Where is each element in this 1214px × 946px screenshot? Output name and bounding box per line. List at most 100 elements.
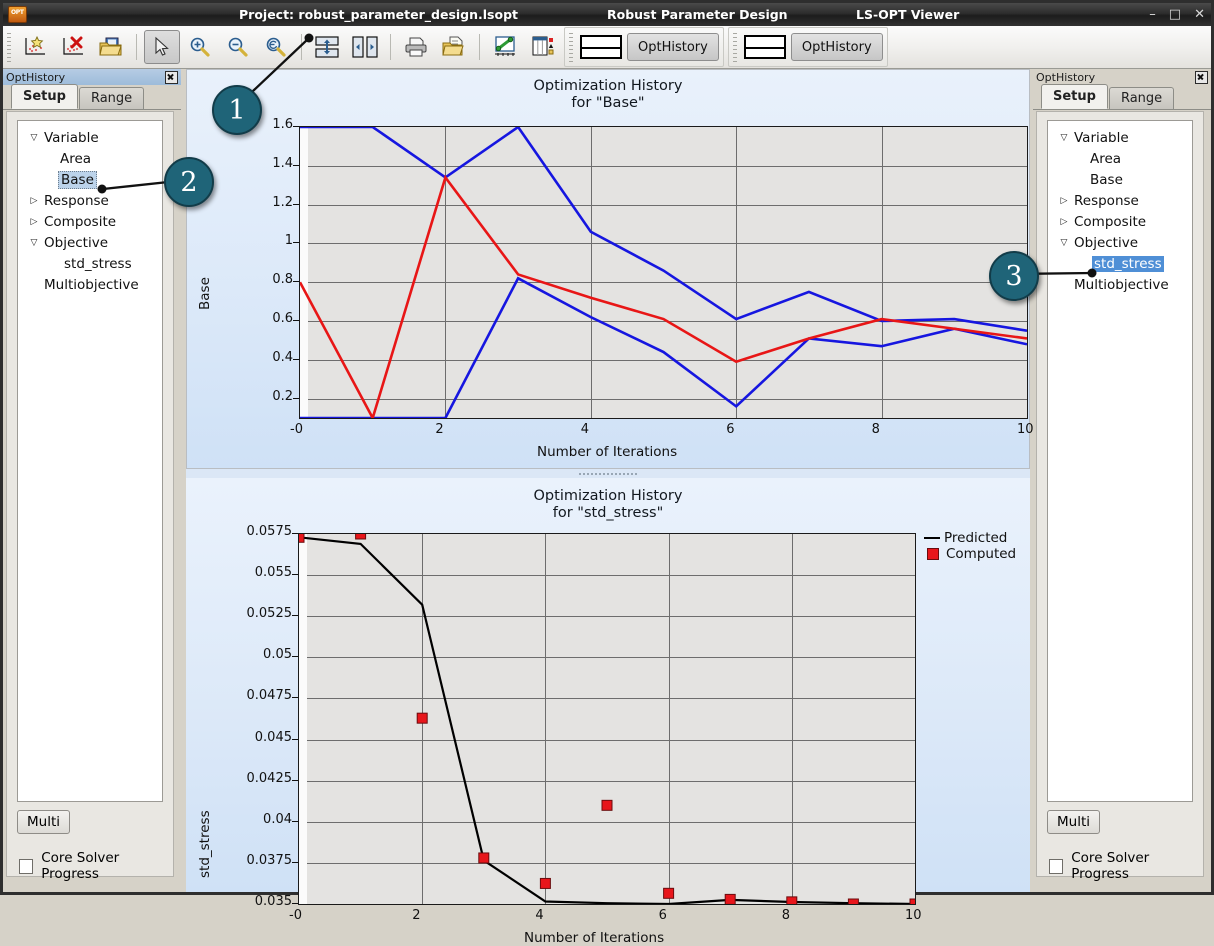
open-folder-icon[interactable] [93, 30, 129, 64]
zoom-out-icon[interactable] [220, 30, 256, 64]
data-point-marker [847, 898, 859, 904]
plot-area: Optimization History for "Base" Base Num… [184, 69, 1034, 946]
top-chart-title: Optimization History [533, 78, 683, 94]
multi-button[interactable]: Multi [17, 810, 70, 834]
x-tick-label: -0 [289, 908, 302, 923]
tab-setup[interactable]: Setup [1041, 84, 1108, 109]
tree-item-std-stress[interactable]: std_stress [1048, 253, 1192, 274]
plot-selector-group-1: OptHistory [564, 27, 724, 67]
x-tick-label: 8 [781, 908, 791, 923]
split-vertical-icon[interactable] [309, 30, 345, 64]
chevron-right-icon[interactable]: ▷ [1056, 217, 1072, 227]
core-solver-progress-row[interactable]: Core Solver Progress [19, 850, 173, 882]
chart-opthistory-base[interactable]: Optimization History for "Base" Base Num… [186, 69, 1034, 469]
pointer-icon[interactable] [144, 30, 180, 64]
tree-item-composite[interactable]: ▷ Composite [1048, 211, 1192, 232]
minimize-button[interactable]: – [1149, 8, 1156, 21]
core-solver-progress-label: Core Solver Progress [1071, 850, 1150, 882]
close-button[interactable]: ✕ [1194, 8, 1205, 21]
core-solver-progress-checkbox[interactable] [19, 858, 34, 874]
toolbar-separator [136, 34, 137, 60]
maximize-button[interactable]: □ [1169, 8, 1181, 21]
add-plot-icon[interactable] [17, 30, 53, 64]
main-toolbar: OptHistory OptHistory [3, 26, 1211, 69]
split-horizontal-icon[interactable] [347, 30, 383, 64]
data-point-marker [539, 877, 551, 889]
toolbar-separator-3 [390, 34, 391, 60]
x-tick-label: 2 [435, 422, 444, 437]
x-tick-label: 4 [535, 908, 544, 923]
tree-item-response[interactable]: ▷ Response [18, 190, 162, 211]
y-tick-mark [292, 615, 298, 617]
tree-item-base[interactable]: Base [1048, 169, 1192, 190]
close-icon[interactable] [1195, 70, 1208, 84]
tree-item-composite[interactable]: ▷ Composite [18, 211, 162, 232]
zoom-in-icon[interactable] [182, 30, 218, 64]
tab-range[interactable]: Range [78, 87, 145, 109]
x-tick-label: 10 [1017, 422, 1034, 437]
tree-item-variable[interactable]: ▽ Variable [18, 127, 162, 148]
left-opthistory-panel: OptHistory Setup Range ▽ Variable Area Ba… [3, 69, 181, 892]
plot-selector-grip-1[interactable] [567, 30, 575, 64]
chevron-down-icon[interactable]: ▽ [26, 238, 42, 248]
table-icon[interactable] [525, 30, 561, 64]
chevron-down-icon[interactable]: ▽ [1056, 133, 1072, 143]
series-layer [300, 127, 1027, 418]
left-variable-tree[interactable]: ▽ Variable Area Base ▷ Response ▷ Composite… [17, 120, 163, 802]
bottom-chart-ylabel: std_stress [197, 810, 213, 878]
delete-plot-icon[interactable] [55, 30, 91, 64]
y-tick-label: 1 [284, 233, 293, 249]
tab-range[interactable]: Range [1108, 87, 1175, 109]
close-icon[interactable] [165, 70, 178, 84]
tree-item-area[interactable]: Area [18, 148, 162, 169]
y-tick-mark [292, 697, 298, 699]
core-solver-progress-row[interactable]: Core Solver Progress [1049, 850, 1203, 882]
y-tick-mark [293, 242, 299, 244]
toolbar-grip[interactable] [5, 30, 13, 64]
plot-selector-button-1[interactable]: OptHistory [627, 33, 719, 61]
top-chart-plot[interactable] [299, 126, 1028, 419]
plot-selector-button-2[interactable]: OptHistory [790, 33, 883, 61]
right-variable-tree[interactable]: ▽ Variable Area Base ▷ Response ▷ Composite… [1047, 120, 1193, 802]
tree-item-multiobjective[interactable]: Multiobjective [1048, 274, 1192, 295]
tree-item-variable[interactable]: ▽ Variable [1048, 127, 1192, 148]
plot-type-combo-2[interactable]: OptHistory [743, 33, 883, 61]
y-tick-label: 0.0375 [246, 852, 293, 868]
data-point-marker [355, 534, 367, 540]
tree-item-multiobjective[interactable]: Multiobjective [18, 274, 162, 295]
left-panel-title: OptHistory [6, 70, 66, 84]
callout-3: 3 [989, 251, 1039, 301]
bottom-chart-plot[interactable] [298, 533, 916, 905]
chart-opthistory-stdstress[interactable]: Optimization History for "std_stress" st… [186, 478, 1030, 946]
plot-selector-grip-2[interactable] [730, 30, 739, 64]
bottom-chart-title: Optimization History [533, 488, 683, 504]
tree-item-area[interactable]: Area [1048, 148, 1192, 169]
tree-item-base[interactable]: Base [18, 169, 162, 190]
y-tick-label: 0.2 [272, 388, 293, 404]
y-tick-label: 0.0575 [246, 524, 293, 539]
chevron-down-icon[interactable]: ▽ [1056, 238, 1072, 248]
chevron-right-icon[interactable]: ▷ [26, 196, 42, 206]
y-tick-label: 0.8 [272, 272, 293, 288]
chart-splitter[interactable] [186, 469, 1030, 478]
curve-plot-icon[interactable] [487, 30, 523, 64]
tree-item-objective[interactable]: ▽ Objective [1048, 232, 1192, 253]
tree-item-response[interactable]: ▷ Response [1048, 190, 1192, 211]
chevron-right-icon[interactable]: ▷ [1056, 196, 1072, 206]
tree-item-std-stress[interactable]: std_stress [18, 253, 162, 274]
tab-setup[interactable]: Setup [11, 84, 78, 109]
open-file-icon[interactable] [436, 30, 472, 64]
chevron-down-icon[interactable]: ▽ [26, 133, 42, 143]
application-window: OPT Project: robust_parameter_design.lso… [0, 0, 1214, 946]
chevron-right-icon[interactable]: ▷ [26, 217, 42, 227]
core-solver-progress-checkbox[interactable] [1049, 858, 1064, 874]
y-tick-label: 0.4 [272, 349, 293, 365]
y-tick-mark [293, 358, 299, 360]
plot-type-combo-1[interactable]: OptHistory [580, 33, 719, 61]
data-point-marker [786, 896, 798, 904]
tree-item-objective[interactable]: ▽ Objective [18, 232, 162, 253]
print-icon[interactable] [398, 30, 434, 64]
zoom-reset-icon[interactable] [258, 30, 294, 64]
multi-button[interactable]: Multi [1047, 810, 1100, 834]
toolbar-separator-2 [301, 34, 302, 60]
